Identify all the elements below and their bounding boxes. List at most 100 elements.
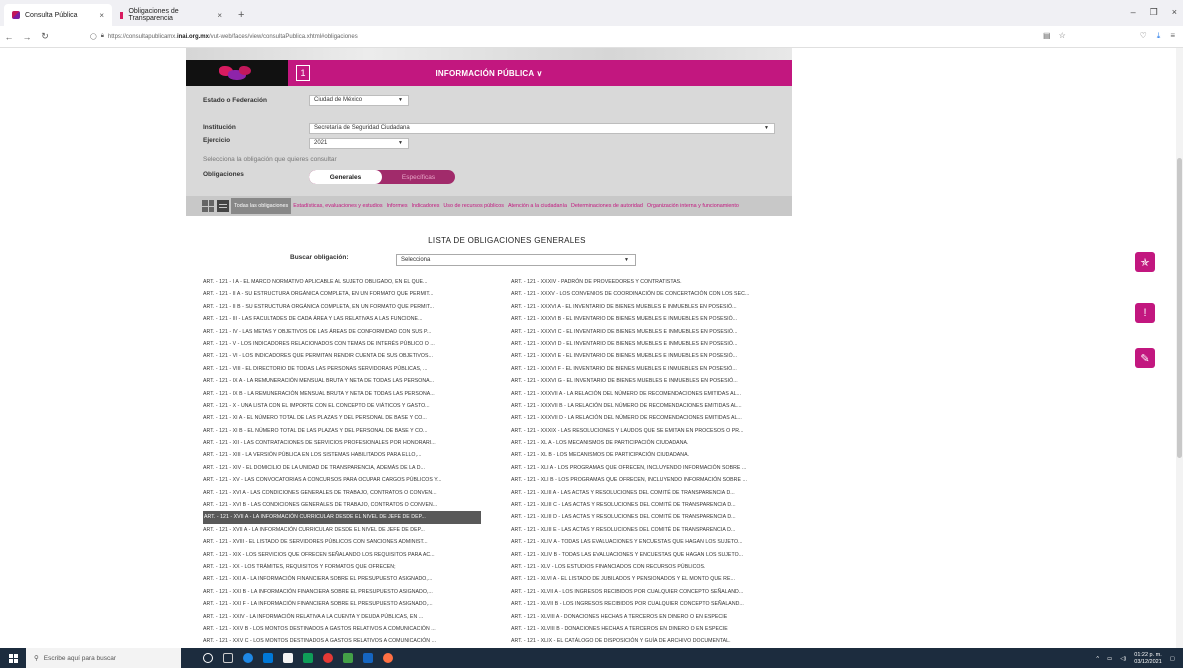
- page-scrollbar[interactable]: [1176, 48, 1183, 648]
- excel-icon[interactable]: [343, 653, 353, 663]
- institucion-select[interactable]: Secretaría de Seguridad Ciudadana ▼: [309, 123, 775, 134]
- obligation-item[interactable]: ART. - 121 - II A - SU ESTRUCTURA ORGÁNI…: [203, 288, 503, 300]
- reader-icon[interactable]: ▤: [1043, 31, 1051, 40]
- obligation-item[interactable]: ART. - 121 - XLI A - LOS PROGRAMAS QUE O…: [511, 462, 811, 474]
- close-tab-icon[interactable]: ×: [99, 11, 104, 20]
- buscar-select[interactable]: Selecciona ▼: [396, 254, 636, 266]
- obligation-item[interactable]: ART. - 121 - V - LOS INDICADORES RELACIO…: [203, 338, 503, 350]
- toggle-especificas[interactable]: Específicas: [382, 170, 455, 184]
- obligation-item[interactable]: ART. - 121 - XLIII A - LAS ACTAS Y RESOL…: [511, 487, 811, 499]
- obligation-item[interactable]: ART. - 121 - XXXVI E - EL INVENTARIO DE …: [511, 350, 811, 362]
- category-organizacion[interactable]: Organización interna y funcionamiento: [645, 203, 741, 209]
- task-view-icon[interactable]: [223, 653, 233, 663]
- word-icon[interactable]: [363, 653, 373, 663]
- obligation-item[interactable]: ART. - 121 - XXXVII B - LA RELACIÓN DEL …: [511, 400, 811, 412]
- obligation-item[interactable]: ART. - 121 - XLIII E - LAS ACTAS Y RESOL…: [511, 524, 811, 536]
- wrench-icon[interactable]: ✎: [1135, 348, 1155, 368]
- obligation-item[interactable]: ART. - 121 - XVII A - LA INFORMACIÓN CUR…: [203, 524, 503, 536]
- obligation-item[interactable]: ART. - 121 - VI - LOS INDICADORES QUE PE…: [203, 350, 503, 362]
- volume-icon[interactable]: ◁): [1120, 656, 1126, 662]
- obligation-item[interactable]: ART. - 121 - X - UNA LISTA CON EL IMPORT…: [203, 400, 503, 412]
- store-icon[interactable]: [263, 653, 273, 663]
- obligation-item[interactable]: ART. - 121 - VIII - EL DIRECTORIO DE TOD…: [203, 363, 503, 375]
- obligation-item[interactable]: ART. - 121 - XL A - LOS MECANISMOS DE PA…: [511, 437, 811, 449]
- toggle-generales[interactable]: Generales: [309, 170, 382, 184]
- obligation-item[interactable]: ART. - 121 - XI A - EL NÚMERO TOTAL DE L…: [203, 412, 503, 424]
- obligation-item[interactable]: ART. - 121 - XLIV B - TODAS LAS EVALUACI…: [511, 549, 811, 561]
- category-determinaciones[interactable]: Determinaciones de autoridad: [569, 203, 645, 209]
- obligation-item[interactable]: ART. - 121 - XLI B - LOS PROGRAMAS QUE O…: [511, 474, 811, 486]
- obligation-item[interactable]: ART. - 121 - XXXIX - LAS RESOLUCIONES Y …: [511, 425, 811, 437]
- chrome-icon[interactable]: [323, 653, 333, 663]
- obligation-item[interactable]: ART. - 121 - XVI A - LAS CONDICIONES GEN…: [203, 487, 503, 499]
- new-tab-button[interactable]: +: [230, 4, 252, 26]
- obligation-item[interactable]: ART. - 121 - XIX - LOS SERVICIOS QUE OFR…: [203, 549, 503, 561]
- minimize-icon[interactable]: –: [1131, 7, 1136, 18]
- close-window-icon[interactable]: ×: [1172, 7, 1177, 18]
- url-bar[interactable]: ◯ 🔒︎ https://consultapublicamx.inai.org.…: [90, 29, 1040, 45]
- ejercicio-select[interactable]: 2021 ▼: [309, 138, 409, 149]
- edge-icon[interactable]: [243, 653, 253, 663]
- restore-icon[interactable]: ❐: [1150, 7, 1158, 18]
- obligation-item[interactable]: ART. - 121 - XXXVI C - EL INVENTARIO DE …: [511, 326, 811, 338]
- obligation-item[interactable]: ART. - 121 - XLIII C - LAS ACTAS Y RESOL…: [511, 499, 811, 511]
- category-indicadores[interactable]: Indicadores: [410, 203, 442, 209]
- obligation-item[interactable]: ART. - 121 - XLVII A - LOS INGRESOS RECI…: [511, 586, 811, 598]
- obligation-item[interactable]: ART. - 121 - XIII - LA VERSIÓN PÚBLICA E…: [203, 449, 503, 461]
- tab-obligaciones[interactable]: Obligaciones de Transparencia ×: [112, 4, 230, 26]
- category-todas[interactable]: Todas las obligaciones: [231, 198, 292, 214]
- mail-icon[interactable]: [303, 653, 313, 663]
- obligation-item[interactable]: ART. - 121 - XXIV - LA INFORMACIÓN RELAT…: [203, 611, 503, 623]
- obligation-item[interactable]: ART. - 121 - XXI A - LA INFORMACIÓN FINA…: [203, 573, 503, 585]
- obligation-item[interactable]: ART. - 121 - XLVIII A - DONACIONES HECHA…: [511, 611, 811, 623]
- obligation-item[interactable]: ART. - 121 - XXV B - LOS MONTOS DESTINAD…: [203, 623, 503, 635]
- obligation-item[interactable]: ART. - 121 - IX A - LA REMUNERACIÓN MENS…: [203, 375, 503, 387]
- obligation-item[interactable]: ART. - 121 - I A - EL MARCO NORMATIVO AP…: [203, 276, 503, 288]
- obligation-item[interactable]: ART. - 121 - XLIX - EL CATÁLOGO DE DISPO…: [511, 635, 811, 647]
- close-tab-icon[interactable]: ×: [217, 11, 222, 20]
- obligation-item[interactable]: ART. - 121 - XI B - EL NÚMERO TOTAL DE L…: [203, 425, 503, 437]
- category-recursos[interactable]: Uso de recursos públicos: [441, 203, 506, 209]
- obligation-item[interactable]: ART. - 121 - IX B - LA REMUNERACIÓN MENS…: [203, 388, 503, 400]
- obligation-item[interactable]: ART. - 121 - XXXVII D - LA RELACIÓN DEL …: [511, 412, 811, 424]
- explorer-icon[interactable]: [283, 653, 293, 663]
- star-icon[interactable]: ☆: [1059, 31, 1066, 40]
- obligation-item[interactable]: ART. - 121 - XLIV A - TODAS LAS EVALUACI…: [511, 536, 811, 548]
- obligation-item[interactable]: ART. - 121 - XXV C - LOS MONTOS DESTINAD…: [203, 635, 503, 647]
- tab-consulta-publica[interactable]: Consulta Pública ×: [4, 4, 112, 26]
- obligation-item[interactable]: ART. - 121 - XLIII D - LAS ACTAS Y RESOL…: [511, 511, 811, 523]
- obligation-item[interactable]: ART. - 121 - XLVIII B - DONACIONES HECHA…: [511, 623, 811, 635]
- start-button[interactable]: [0, 648, 26, 668]
- obligation-item[interactable]: ART. - 121 - XX - LOS TRÁMITES, REQUISIT…: [203, 561, 503, 573]
- forward-arrow-icon[interactable]: →: [18, 32, 36, 42]
- alert-icon[interactable]: !: [1135, 303, 1155, 323]
- category-estadisticas[interactable]: Estadísticas, evaluaciones y estudios: [291, 203, 384, 209]
- obligation-item[interactable]: ART. - 121 - XXXVI A - EL INVENTARIO DE …: [511, 301, 811, 313]
- category-informes[interactable]: Informes: [385, 203, 410, 209]
- obligation-item[interactable]: ART. - 121 - XV - LAS CONVOCATORIAS A CO…: [203, 474, 503, 486]
- clock[interactable]: 01:22 p. m. 03/12/2021: [1134, 652, 1162, 666]
- network-icon[interactable]: ▭: [1107, 656, 1112, 662]
- obligation-item[interactable]: ART. - 121 - XXXVI D - EL INVENTARIO DE …: [511, 338, 811, 350]
- obligation-item[interactable]: ART. - 121 - XXXV - LOS CONVENIOS DE COO…: [511, 288, 811, 300]
- notifications-icon[interactable]: ▢: [1170, 656, 1175, 662]
- obligation-item[interactable]: ART. - 121 - XVIII - EL LISTADO DE SERVI…: [203, 536, 503, 548]
- list-view-icon[interactable]: [217, 200, 229, 212]
- obligation-item[interactable]: ART. - 121 - XXXVI F - EL INVENTARIO DE …: [511, 363, 811, 375]
- obligation-item[interactable]: ART. - 121 - XVI B - LAS CONDICIONES GEN…: [203, 499, 503, 511]
- obligation-item[interactable]: ART. - 121 - XXXVII A - LA RELACIÓN DEL …: [511, 388, 811, 400]
- obligation-item[interactable]: ART. - 121 - XL B - LOS MECANISMOS DE PA…: [511, 449, 811, 461]
- obligation-item[interactable]: ART. - 121 - XXXIV - PADRÓN DE PROVEEDOR…: [511, 276, 811, 288]
- star-badge-icon[interactable]: ✯: [1135, 252, 1155, 272]
- download-icon[interactable]: ⤓: [1157, 31, 1161, 41]
- estado-select[interactable]: Ciudad de México ▼: [309, 95, 409, 106]
- obligation-item[interactable]: ART. - 121 - XLVI A - EL LISTADO DE JUBI…: [511, 573, 811, 585]
- obligation-item[interactable]: ART. - 121 - XXI B - LA INFORMACIÓN FINA…: [203, 586, 503, 598]
- pocket-icon[interactable]: ♡: [1140, 31, 1147, 41]
- obligation-item[interactable]: ART. - 121 - XXI F - LA INFORMACIÓN FINA…: [203, 598, 503, 610]
- obligation-item[interactable]: ART. - 121 - II B - SU ESTRUCTURA ORGÁNI…: [203, 301, 503, 313]
- category-atencion[interactable]: Atención a la ciudadanía: [506, 203, 569, 209]
- menu-icon[interactable]: ≡: [1170, 31, 1175, 41]
- obligation-item-selected[interactable]: ART. - 121 - XVII A - LA INFORMACIÓN CUR…: [203, 511, 481, 524]
- tray-chevron-icon[interactable]: ^: [1096, 656, 1099, 662]
